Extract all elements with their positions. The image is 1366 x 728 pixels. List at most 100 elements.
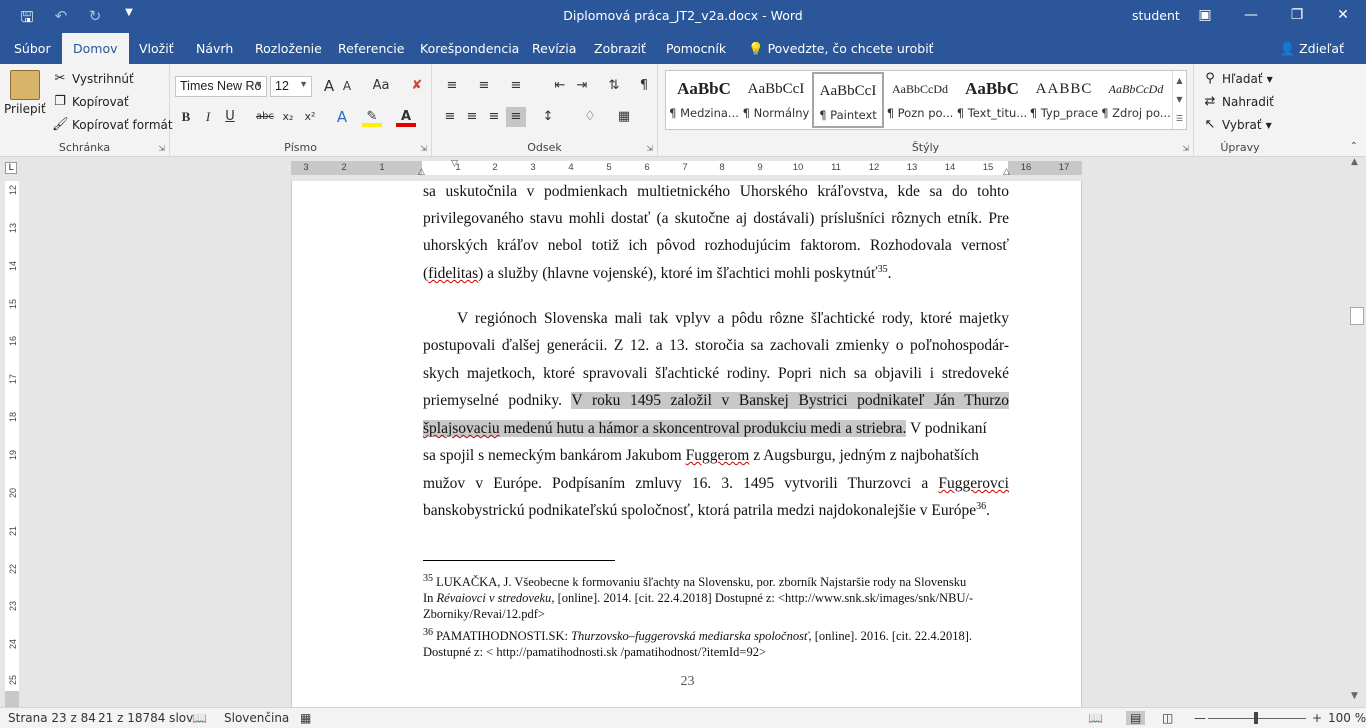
- numbering-icon[interactable]: ≡: [474, 76, 494, 96]
- print-layout-icon[interactable]: ▤: [1126, 711, 1146, 725]
- zoom-slider-thumb[interactable]: [1254, 712, 1258, 724]
- paste-button[interactable]: Prilepiť: [4, 70, 46, 116]
- text-effects-icon[interactable]: A: [332, 107, 352, 127]
- macro-icon[interactable]: ▦: [300, 711, 311, 725]
- style-normal[interactable]: AaBbCcI ¶ Normálny: [740, 72, 812, 128]
- share-button[interactable]: 👤 Zdieľať: [1280, 33, 1344, 64]
- font-color-icon[interactable]: A: [396, 107, 416, 127]
- dialog-launcher-icon[interactable]: ⇲: [158, 144, 165, 153]
- tab-help[interactable]: Pomocník: [656, 33, 736, 64]
- tab-references[interactable]: Referencie: [328, 33, 414, 64]
- underline-button[interactable]: U: [220, 107, 240, 127]
- change-case-button[interactable]: Aa: [367, 76, 395, 96]
- justify-icon[interactable]: ≡: [506, 107, 526, 127]
- bold-button[interactable]: B: [176, 107, 196, 127]
- vertical-ruler[interactable]: 12 13 14 15 16 17 18 19 20 21 22 23 24 2…: [5, 181, 19, 707]
- user-name[interactable]: student: [1132, 8, 1180, 23]
- read-mode-icon[interactable]: 📖: [1088, 711, 1103, 725]
- tab-layout[interactable]: Rozloženie: [245, 33, 332, 64]
- copy-button[interactable]: ❐ Kopírovať: [52, 94, 129, 110]
- ruler-number: 16: [1020, 162, 1032, 173]
- show-marks-icon[interactable]: ¶: [634, 76, 654, 96]
- collapse-ribbon-icon[interactable]: ⌃: [1350, 141, 1358, 152]
- page-count[interactable]: Strana 23 z 84: [8, 711, 96, 725]
- clear-format-icon[interactable]: ✘: [407, 76, 427, 96]
- dialog-launcher-icon[interactable]: ⇲: [646, 144, 653, 153]
- font-size-dropdown[interactable]: 12 ▼: [270, 76, 312, 97]
- scroll-thumb[interactable]: [1350, 307, 1364, 325]
- footnote-ref[interactable]: 35: [878, 264, 888, 275]
- horizontal-ruler[interactable]: L 3 2 1 1 2 3 4 5 6 7 8 9 10 11 12 13 14…: [0, 157, 1366, 181]
- right-indent-marker[interactable]: △: [1003, 167, 1010, 177]
- tab-file[interactable]: Súbor: [4, 33, 61, 64]
- style-paintext[interactable]: AaBbCcI ¶ Paintext: [812, 72, 884, 128]
- zoom-in-icon[interactable]: +: [1312, 711, 1322, 725]
- bullets-icon[interactable]: ≡: [442, 76, 462, 96]
- style-text-titu[interactable]: AaBbC ¶ Text_titu...: [956, 72, 1028, 128]
- vertical-scrollbar[interactable]: ▲ ▼: [1348, 157, 1366, 707]
- style-no-spacing[interactable]: AaBbC ¶ Medzina...: [668, 72, 740, 128]
- restore-icon[interactable]: ❐: [1274, 0, 1320, 33]
- font-name-dropdown[interactable]: Times New Ro ▼: [175, 76, 267, 97]
- tab-design[interactable]: Návrh: [186, 33, 243, 64]
- scroll-down-icon[interactable]: ▼: [1351, 691, 1358, 701]
- chevron-down-icon[interactable]: ▼: [1173, 90, 1186, 109]
- ruler-number: 17: [8, 374, 18, 385]
- minimize-icon[interactable]: —: [1228, 0, 1274, 33]
- superscript-button[interactable]: x²: [300, 107, 320, 127]
- close-icon[interactable]: ✕: [1320, 0, 1366, 33]
- first-line-indent-marker[interactable]: ▽: [451, 159, 458, 169]
- tab-mailings[interactable]: Korešpondencia: [410, 33, 529, 64]
- ribbon: Prilepiť ✂ Vystrihnúť ❐ Kopírovať 🖌 Kopí…: [0, 64, 1366, 157]
- format-painter-button[interactable]: 🖌 Kopírovať formát: [52, 117, 173, 133]
- ribbon-display-icon[interactable]: ▣: [1182, 0, 1228, 33]
- text-run: Révaiovci v stredoveku: [436, 591, 552, 605]
- tab-review[interactable]: Revízia: [522, 33, 586, 64]
- tab-home[interactable]: Domov: [62, 33, 129, 64]
- cut-button[interactable]: ✂ Vystrihnúť: [52, 71, 134, 87]
- select-button[interactable]: ↖ Vybrať ▼: [1202, 117, 1272, 133]
- sort-icon[interactable]: ⇅: [604, 76, 624, 96]
- strikethrough-button[interactable]: abc: [252, 107, 278, 127]
- tab-insert[interactable]: Vložiť: [129, 33, 184, 64]
- more-styles-icon[interactable]: ☰: [1173, 109, 1186, 128]
- zoom-out-icon[interactable]: —: [1194, 711, 1206, 725]
- styles-scroll[interactable]: ▲ ▼ ☰: [1172, 71, 1186, 129]
- highlight-icon[interactable]: ✎: [362, 107, 382, 127]
- italic-button[interactable]: I: [198, 107, 218, 127]
- selected-text: šplajsovaciu medenú hutu a hámor a skonc…: [423, 420, 907, 437]
- increase-indent-icon[interactable]: ⇥: [572, 76, 592, 96]
- word-count[interactable]: 21 z 18784 slov: [98, 711, 193, 725]
- tab-selector[interactable]: L: [5, 162, 17, 174]
- align-left-icon[interactable]: ≡: [440, 107, 460, 127]
- line-spacing-icon[interactable]: ↕: [538, 107, 558, 127]
- scroll-up-icon[interactable]: ▲: [1351, 157, 1358, 167]
- zoom-level[interactable]: 100 %: [1328, 711, 1366, 725]
- language[interactable]: Slovenčina: [224, 711, 289, 725]
- style-zdroj-po[interactable]: AaBbCcDd ¶ Zdroj po...: [1100, 72, 1172, 128]
- dialog-launcher-icon[interactable]: ⇲: [420, 144, 427, 153]
- footnote-ref[interactable]: 36: [976, 501, 986, 512]
- align-right-icon[interactable]: ≡: [484, 107, 504, 127]
- subscript-button[interactable]: x₂: [278, 107, 298, 127]
- text-line: sa spojil s nemeckým bankárom Jakubom Fu…: [423, 446, 1009, 466]
- style-typ-prace[interactable]: AABBC ¶ Typ_prace: [1028, 72, 1100, 128]
- style-pozn-po[interactable]: AaBbCcDd ¶ Pozn po...: [884, 72, 956, 128]
- chevron-up-icon[interactable]: ▲: [1173, 71, 1186, 90]
- decrease-indent-icon[interactable]: ⇤: [550, 76, 570, 96]
- proofing-icon[interactable]: 📖: [192, 711, 207, 725]
- shrink-font-button[interactable]: A: [337, 76, 357, 96]
- shading-icon[interactable]: ♢: [580, 107, 600, 127]
- borders-icon[interactable]: ▦: [614, 107, 634, 127]
- tell-me-box[interactable]: 💡 Povedzte, čo chcete urobiť: [738, 33, 944, 64]
- grow-font-button[interactable]: A: [319, 76, 339, 96]
- dialog-launcher-icon[interactable]: ⇲: [1182, 144, 1189, 153]
- left-indent-marker[interactable]: △: [418, 167, 425, 177]
- tab-view[interactable]: Zobraziť: [584, 33, 656, 64]
- document-page[interactable]: sa uskutočnila v podmienkach multietnick…: [291, 181, 1082, 707]
- replace-button[interactable]: ⇄ Nahradiť: [1202, 94, 1274, 110]
- align-center-icon[interactable]: ≡: [462, 107, 482, 127]
- web-layout-icon[interactable]: ◫: [1162, 711, 1173, 725]
- find-button[interactable]: ⚲ Hľadať ▼: [1202, 71, 1272, 87]
- multilevel-list-icon[interactable]: ≡: [506, 76, 526, 96]
